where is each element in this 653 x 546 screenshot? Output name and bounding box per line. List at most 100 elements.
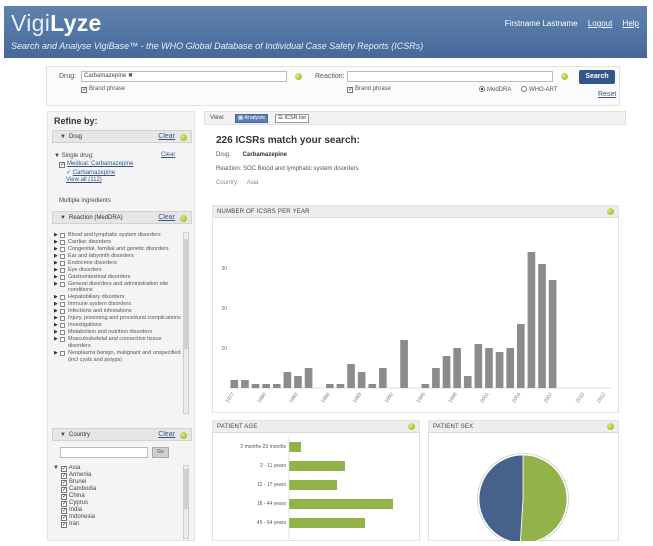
checkbox-icon[interactable] — [59, 162, 65, 168]
multiple-ingredients[interactable]: Multiple ingredients — [59, 198, 111, 204]
checkbox-icon[interactable] — [60, 309, 65, 315]
age-bar[interactable] — [289, 461, 345, 471]
country-input[interactable] — [60, 447, 148, 458]
year-bar[interactable] — [463, 376, 472, 388]
expand-icon[interactable]: ▶ — [54, 308, 58, 315]
checkbox-icon[interactable] — [60, 267, 65, 273]
reaction-tree-item[interactable]: ▶ Investigations — [54, 322, 182, 329]
reaction-tree-item[interactable]: ▶ Gastrointestinal disorders — [54, 274, 182, 281]
reaction-tree-item[interactable]: ▶ Infections and infestations — [54, 308, 182, 315]
drug-brand-phrase[interactable]: Brand phrase — [81, 86, 125, 93]
reaction-input[interactable] — [347, 71, 553, 82]
year-bar[interactable] — [262, 384, 270, 388]
patient-age-help-icon[interactable] — [408, 423, 415, 430]
scrollbar-thumb[interactable] — [184, 239, 188, 349]
scrollbar-thumb[interactable] — [184, 469, 188, 509]
view-all-link[interactable]: View all (112) — [66, 177, 102, 183]
reaction-tree-item[interactable]: ▶ Endocrine disorders — [54, 260, 182, 267]
year-bar[interactable] — [304, 368, 313, 388]
expand-icon[interactable]: ▶ — [54, 329, 58, 336]
expand-icon[interactable]: ▶ — [54, 274, 58, 281]
checkbox-icon[interactable] — [60, 239, 65, 245]
reaction-tree-item[interactable]: ▶ Congenital, familial and genetic disord… — [54, 246, 182, 253]
collapse-icon[interactable]: ▼ — [60, 134, 66, 140]
collapse-icon[interactable]: ▼ — [60, 215, 66, 221]
reaction-brand-phrase[interactable]: Brand phrase — [347, 86, 391, 93]
year-bar[interactable] — [432, 368, 440, 388]
country-go-button[interactable]: Go — [152, 447, 169, 458]
expand-icon[interactable]: ▶ — [54, 294, 58, 301]
checkbox-icon[interactable] — [60, 233, 65, 238]
checkbox-icon[interactable] — [60, 323, 65, 329]
year-bar[interactable] — [506, 348, 515, 388]
sex-pie-slice[interactable] — [478, 454, 524, 541]
app-logo[interactable]: VigiLyze — [11, 10, 102, 37]
checkbox-icon[interactable] — [60, 253, 65, 259]
patient-sex-help-icon[interactable] — [607, 423, 614, 430]
year-bar[interactable] — [548, 280, 557, 388]
year-bar[interactable] — [474, 344, 483, 388]
year-bar[interactable] — [379, 368, 387, 388]
radio-icon[interactable] — [521, 86, 527, 92]
country-section-header[interactable]: ▼ Country Clear — [52, 428, 192, 441]
checkbox-icon[interactable] — [60, 316, 65, 322]
checkbox-icon[interactable] — [60, 302, 65, 308]
year-bar[interactable] — [325, 384, 334, 388]
drug-section-help-icon[interactable] — [180, 134, 187, 141]
year-bar[interactable] — [527, 252, 536, 388]
radio-icon[interactable] — [479, 86, 485, 92]
checkbox-icon[interactable] — [81, 87, 87, 93]
single-drug-sub[interactable]: ✓ Carbamazepine — [66, 169, 115, 176]
expand-icon[interactable]: ▶ — [54, 260, 58, 267]
logout-link[interactable]: Logout — [588, 19, 612, 28]
reaction-tree-item[interactable]: ▶ General disorders and administration si… — [54, 281, 182, 294]
icsrs-per-year-help-icon[interactable] — [607, 208, 614, 215]
single-drug-item[interactable]: Medical: Carbamazepine — [59, 161, 133, 168]
reaction-help-icon[interactable] — [561, 73, 568, 80]
reaction-clear-link[interactable]: Clear — [158, 214, 175, 221]
reaction-tree-item[interactable]: ▶ Neoplasms benign, malignant and unspeci… — [54, 350, 182, 363]
single-drug-clear-link[interactable]: Clear — [161, 152, 175, 158]
year-bar[interactable] — [442, 356, 451, 388]
expand-icon[interactable]: ▶ — [54, 281, 58, 288]
checkbox-icon[interactable] — [60, 330, 65, 336]
country-item[interactable]: Indonesia — [53, 514, 181, 521]
year-bar[interactable] — [347, 364, 355, 388]
country-item[interactable]: India — [53, 507, 181, 514]
age-bar[interactable] — [289, 518, 365, 528]
checkbox-icon[interactable] — [60, 337, 65, 343]
country-item[interactable]: ▼ Asia — [53, 465, 181, 472]
expand-icon[interactable]: ▶ — [54, 350, 58, 357]
country-item[interactable]: China — [53, 493, 181, 500]
expand-icon[interactable]: ▶ — [54, 315, 58, 322]
checkbox-icon[interactable] — [60, 260, 65, 266]
search-button[interactable]: Search — [579, 70, 615, 84]
reaction-tree-item[interactable]: ▶ Injury, poisoning and procedural compli… — [54, 315, 182, 322]
year-bar[interactable] — [251, 384, 260, 388]
country-item[interactable]: Iran — [53, 521, 181, 528]
radio-meddra[interactable]: MedDRA — [479, 86, 511, 93]
country-clear-link[interactable]: Clear — [158, 431, 175, 438]
reaction-tree-item[interactable]: ▶ Blood and lymphatic system disorders — [54, 232, 182, 239]
year-bar[interactable] — [495, 352, 504, 388]
drug-help-icon[interactable] — [295, 73, 302, 80]
expand-icon[interactable]: ▶ — [54, 267, 58, 274]
drug-input[interactable]: Carbamazepine ✖ — [81, 71, 287, 82]
checkbox-icon[interactable] — [60, 295, 65, 301]
checkbox-icon[interactable] — [347, 87, 353, 93]
checkbox-icon[interactable] — [61, 522, 67, 528]
year-bar[interactable] — [294, 376, 302, 388]
year-bar[interactable] — [485, 348, 493, 388]
expand-icon[interactable]: ▶ — [54, 253, 58, 260]
expand-icon[interactable]: ▶ — [54, 322, 58, 329]
year-bar[interactable] — [336, 384, 345, 388]
age-bar[interactable] — [289, 499, 393, 509]
drug-clear-link[interactable]: Clear — [158, 133, 175, 140]
year-bar[interactable] — [368, 384, 377, 388]
year-bar[interactable] — [400, 340, 408, 388]
reaction-tree-item[interactable]: ▶ Eye disorders — [54, 267, 182, 274]
year-bar[interactable] — [357, 372, 366, 388]
reaction-tree-item[interactable]: ▶ Hepatobiliary disorders — [54, 294, 182, 301]
age-bar[interactable] — [289, 480, 337, 490]
expand-icon[interactable]: ▶ — [54, 336, 58, 343]
